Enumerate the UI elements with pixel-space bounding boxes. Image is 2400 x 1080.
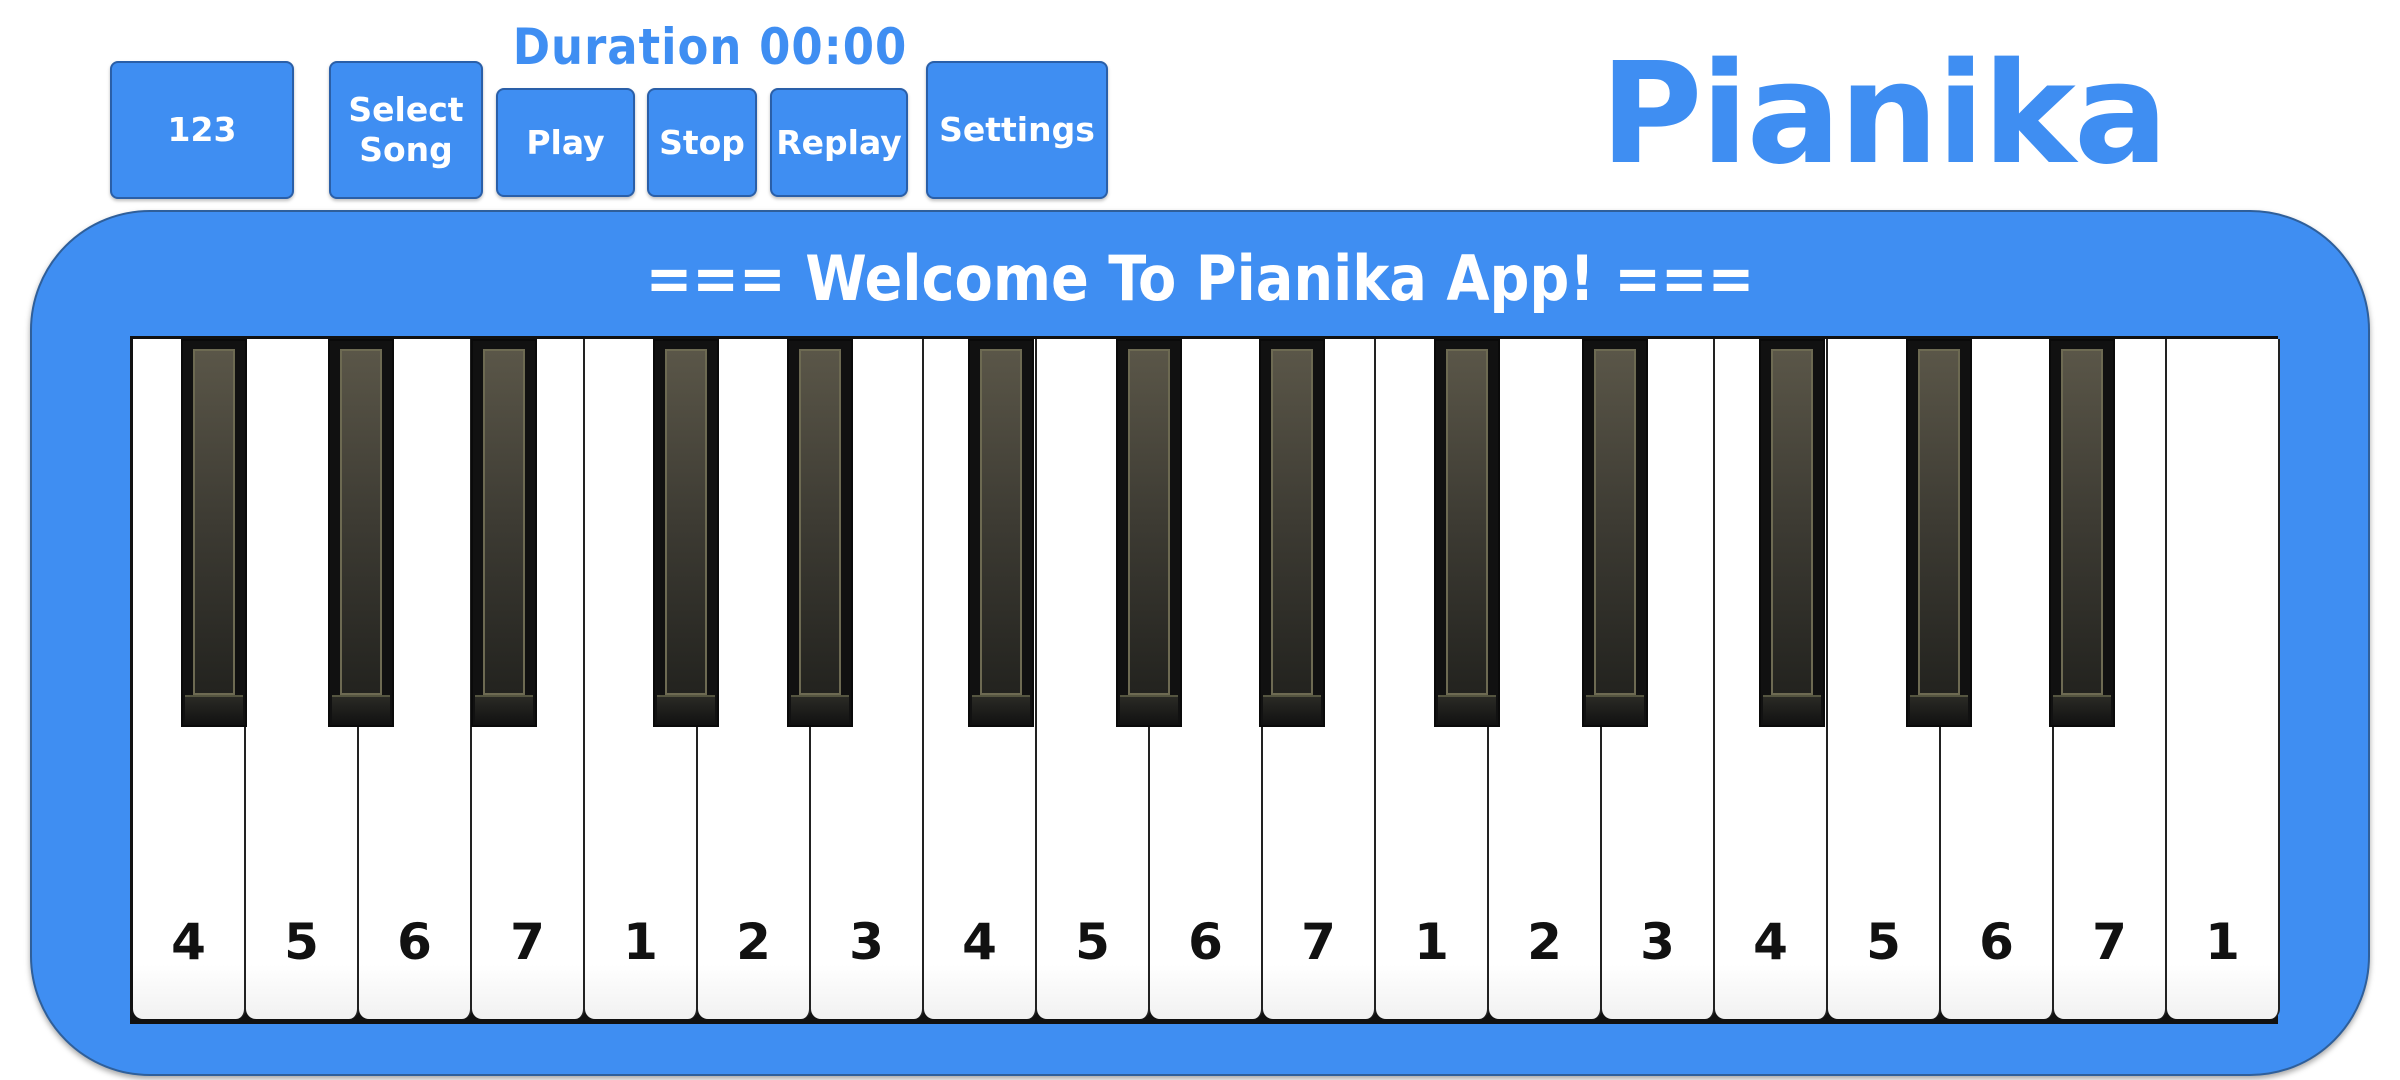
piano-keybed: 4 5 6 7 1 2 3 4 5 6 7 1 2 3 4 5 6 7 1 xyxy=(130,336,2280,1024)
white-key-number: 7 xyxy=(510,913,545,971)
black-key[interactable] xyxy=(471,339,537,727)
play-button-label: Play xyxy=(526,122,605,162)
stop-button[interactable]: Stop xyxy=(647,88,757,197)
white-key[interactable]: 1 xyxy=(2167,339,2280,1019)
white-key-number: 5 xyxy=(284,913,319,971)
black-key[interactable] xyxy=(1116,339,1182,727)
select-song-button-label-line2: Song xyxy=(359,130,453,169)
white-key-number: 1 xyxy=(1414,913,1449,971)
select-song-button[interactable]: Select Song xyxy=(329,61,483,199)
black-key[interactable] xyxy=(1434,339,1500,727)
black-key[interactable] xyxy=(1906,339,1972,727)
white-key-number: 4 xyxy=(171,913,206,971)
black-key[interactable] xyxy=(181,339,247,727)
replay-button[interactable]: Replay xyxy=(770,88,908,197)
black-key[interactable] xyxy=(653,339,719,727)
white-key-number: 4 xyxy=(962,913,997,971)
settings-button[interactable]: Settings xyxy=(926,61,1108,199)
white-key-number: 1 xyxy=(623,913,658,971)
black-key[interactable] xyxy=(1759,339,1825,727)
white-key-number: 5 xyxy=(1075,913,1110,971)
number-mode-button[interactable]: 123 xyxy=(110,61,294,199)
play-button[interactable]: Play xyxy=(496,88,635,197)
white-key-number: 5 xyxy=(1866,913,1901,971)
white-key-number: 2 xyxy=(736,913,771,971)
black-key[interactable] xyxy=(2049,339,2115,727)
number-mode-button-label: 123 xyxy=(167,110,237,149)
black-key[interactable] xyxy=(1259,339,1325,727)
white-key-number: 3 xyxy=(849,913,884,971)
settings-button-label: Settings xyxy=(939,110,1095,149)
replay-button-label: Replay xyxy=(776,122,902,162)
white-key-number: 4 xyxy=(1753,913,1788,971)
black-key[interactable] xyxy=(968,339,1034,727)
white-key-number: 7 xyxy=(1301,913,1336,971)
stop-button-label: Stop xyxy=(659,122,745,162)
white-key-number: 6 xyxy=(1979,913,2014,971)
white-key-number: 6 xyxy=(397,913,432,971)
white-key-number: 2 xyxy=(1527,913,1562,971)
white-key-number: 1 xyxy=(2205,913,2240,971)
black-key[interactable] xyxy=(1582,339,1648,727)
white-key-number: 6 xyxy=(1188,913,1223,971)
welcome-banner: === Welcome To Pianika App! === xyxy=(645,242,1755,315)
white-key-number: 3 xyxy=(1640,913,1675,971)
app-brand-title: Pianika xyxy=(1600,33,2168,196)
duration-label: Duration 00:00 xyxy=(512,18,908,76)
black-key[interactable] xyxy=(787,339,853,727)
keyboard-panel: === Welcome To Pianika App! === 4 5 6 7 … xyxy=(30,210,2370,1076)
select-song-button-label-line1: Select xyxy=(348,90,464,129)
white-key-number: 7 xyxy=(2092,913,2127,971)
black-key[interactable] xyxy=(328,339,394,727)
